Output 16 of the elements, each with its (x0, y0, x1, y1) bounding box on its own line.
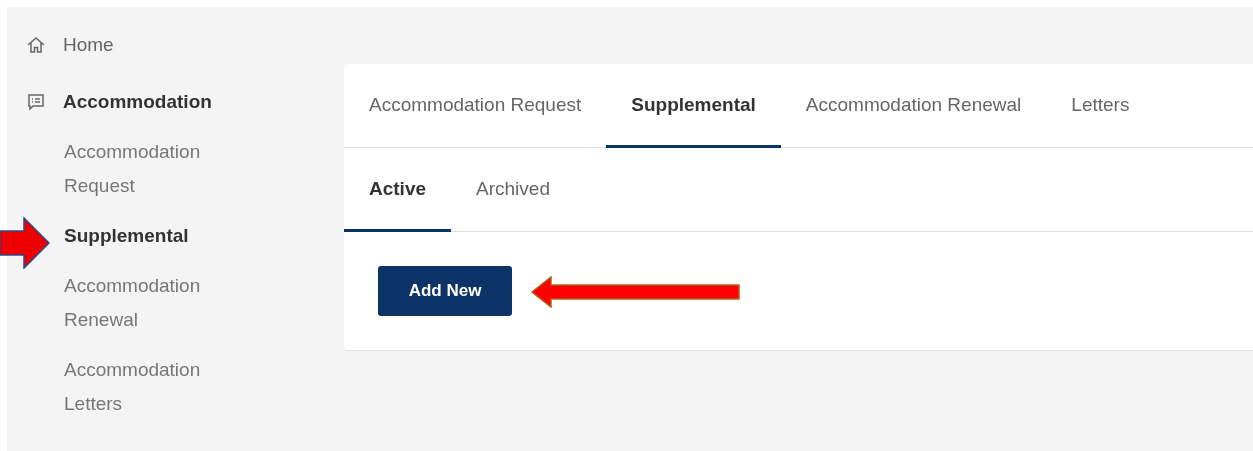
message-list-icon (26, 92, 46, 112)
tab[interactable]: Accommodation Request (344, 64, 607, 148)
tab[interactable]: Supplemental (606, 64, 781, 148)
sidebar-item[interactable]: Supplemental (64, 219, 239, 253)
sidebar-item[interactable]: Accommodation (7, 87, 344, 117)
home-icon (26, 35, 46, 55)
tab[interactable]: Archived (451, 148, 575, 232)
sidebar-item[interactable]: Accommodation Request (64, 135, 239, 203)
add-new-button[interactable]: Add New (378, 266, 512, 316)
arrow-drawing (0, 217, 50, 269)
tab[interactable]: Accommodation Renewal (780, 64, 1047, 148)
tab[interactable]: Active (344, 148, 452, 232)
sidebar-item[interactable]: Accommodation Renewal (64, 269, 239, 337)
sidebar-item[interactable]: Home (7, 30, 344, 60)
tab[interactable]: Letters (1046, 64, 1155, 148)
sidebar-item[interactable]: Accommodation Letters (64, 353, 239, 421)
